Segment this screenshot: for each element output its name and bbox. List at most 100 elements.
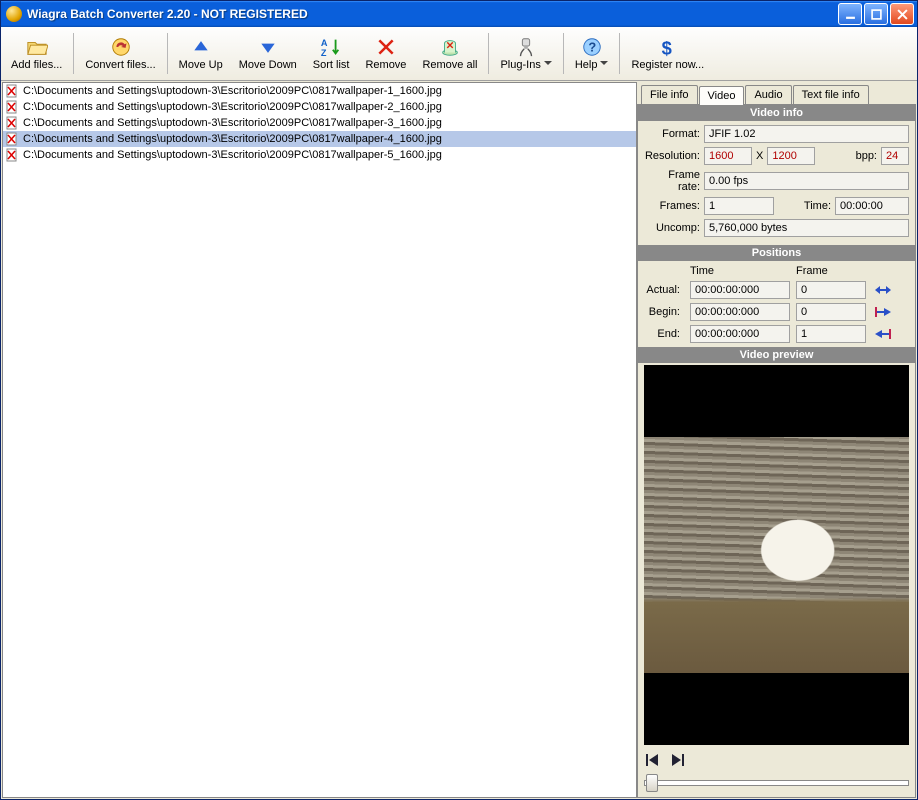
tab-text-file-info[interactable]: Text file info <box>793 85 869 104</box>
tab-audio[interactable]: Audio <box>745 85 791 104</box>
frame-rate-value: 0.00 fps <box>704 172 909 190</box>
remove-button[interactable]: Remove <box>357 27 414 80</box>
file-row[interactable]: C:\Documents and Settings\uptodown-3\Esc… <box>3 147 636 163</box>
file-row[interactable]: C:\Documents and Settings\uptodown-3\Esc… <box>3 131 636 147</box>
bpp-value: 24 <box>881 147 909 165</box>
file-row[interactable]: C:\Documents and Settings\uptodown-3\Esc… <box>3 83 636 99</box>
actual-time: 00:00:00:000 <box>690 281 790 299</box>
remove-all-button[interactable]: Remove all <box>414 27 485 80</box>
file-row[interactable]: C:\Documents and Settings\uptodown-3\Esc… <box>3 99 636 115</box>
file-path: C:\Documents and Settings\uptodown-3\Esc… <box>23 149 442 161</box>
svg-text:$: $ <box>661 37 671 58</box>
file-error-icon <box>5 84 19 98</box>
window-title: Wiagra Batch Converter 2.20 - NOT REGIST… <box>27 7 838 21</box>
video-info-section: Format: JFIF 1.02 Resolution: 1600 X 120… <box>638 121 915 245</box>
minimize-button[interactable] <box>838 3 862 25</box>
move-up-button[interactable]: Move Up <box>171 27 231 80</box>
remove-all-icon <box>439 36 461 58</box>
file-list[interactable]: C:\Documents and Settings\uptodown-3\Esc… <box>2 82 637 798</box>
app-icon <box>6 6 22 22</box>
end-set-button[interactable] <box>872 325 894 343</box>
panel-body: Video info Format: JFIF 1.02 Resolution:… <box>637 104 916 798</box>
end-time: 00:00:00:000 <box>690 325 790 343</box>
slider-thumb[interactable] <box>646 774 658 792</box>
frames-label: Frames: <box>644 200 704 212</box>
sort-list-label: Sort list <box>313 59 350 71</box>
preview-area <box>644 365 909 745</box>
preview-header: Video preview <box>638 347 915 363</box>
toolbar-separator-3 <box>488 33 489 74</box>
help-label: Help <box>575 59 609 71</box>
remove-icon <box>375 36 397 58</box>
help-icon: ? <box>581 36 603 58</box>
uncomp-label: Uncomp: <box>644 222 704 234</box>
arrow-up-icon <box>190 36 212 58</box>
file-path: C:\Documents and Settings\uptodown-3\Esc… <box>23 133 442 145</box>
actual-frame: 0 <box>796 281 866 299</box>
preview-slider-row <box>638 773 915 797</box>
toolbar-separator-4 <box>563 33 564 74</box>
convert-files-button[interactable]: Convert files... <box>77 27 163 80</box>
toolbar-separator-1 <box>73 33 74 74</box>
tab-bar: File info Video Audio Text file info <box>637 82 916 104</box>
remove-all-label: Remove all <box>422 59 477 71</box>
preview-controls <box>638 747 915 773</box>
preview-section <box>638 363 915 797</box>
titlebar: Wiagra Batch Converter 2.20 - NOT REGIST… <box>1 1 917 27</box>
register-label: Register now... <box>631 59 704 71</box>
preview-image <box>644 437 909 673</box>
tab-video[interactable]: Video <box>699 86 745 105</box>
video-info-header: Video info <box>638 105 915 121</box>
window-controls <box>838 3 914 25</box>
skip-start-button[interactable] <box>644 751 662 769</box>
dollar-icon: $ <box>657 36 679 58</box>
svg-text:?: ? <box>588 40 596 55</box>
move-down-button[interactable]: Move Down <box>231 27 305 80</box>
convert-files-label: Convert files... <box>85 59 155 71</box>
format-label: Format: <box>644 128 704 140</box>
bpp-label: bpp: <box>856 150 881 162</box>
begin-time: 00:00:00:000 <box>690 303 790 321</box>
preview-slider[interactable] <box>644 773 909 791</box>
register-button[interactable]: $ Register now... <box>623 27 712 80</box>
positions-col-frame: Frame <box>796 265 866 277</box>
file-error-icon <box>5 100 19 114</box>
arrow-down-icon <box>257 36 279 58</box>
file-path: C:\Documents and Settings\uptodown-3\Esc… <box>23 85 442 97</box>
app-window: Wiagra Batch Converter 2.20 - NOT REGIST… <box>0 0 918 800</box>
begin-set-button[interactable] <box>872 303 894 321</box>
frame-rate-label: Frame rate: <box>644 169 704 193</box>
file-path: C:\Documents and Settings\uptodown-3\Esc… <box>23 117 442 129</box>
time-value: 00:00:00 <box>835 197 909 215</box>
right-panel: File info Video Audio Text file info Vid… <box>637 82 916 798</box>
file-error-icon <box>5 132 19 146</box>
help-button[interactable]: ? Help <box>567 27 617 80</box>
skip-end-button[interactable] <box>668 751 686 769</box>
toolbar-separator-2 <box>167 33 168 74</box>
close-button[interactable] <box>890 3 914 25</box>
sort-list-button[interactable]: AZ Sort list <box>305 27 358 80</box>
resolution-width: 1600 <box>704 147 752 165</box>
file-error-icon <box>5 148 19 162</box>
plugins-button[interactable]: Plug-Ins <box>492 27 559 80</box>
end-label: End: <box>644 328 684 340</box>
uncomp-value: 5,760,000 bytes <box>704 219 909 237</box>
resolution-label: Resolution: <box>644 150 704 162</box>
toolbar: Add files... Convert files... Move Up Mo… <box>1 27 917 81</box>
move-down-label: Move Down <box>239 59 297 71</box>
add-files-button[interactable]: Add files... <box>3 27 70 80</box>
begin-frame: 0 <box>796 303 866 321</box>
file-row[interactable]: C:\Documents and Settings\uptodown-3\Esc… <box>3 115 636 131</box>
folder-add-icon <box>26 36 48 58</box>
actual-goto-button[interactable] <box>872 281 894 299</box>
maximize-button[interactable] <box>864 3 888 25</box>
resolution-height: 1200 <box>767 147 815 165</box>
positions-section: Time Frame Actual: 00:00:00:000 0 Begin:… <box>638 261 915 347</box>
positions-col-time: Time <box>690 265 790 277</box>
actual-label: Actual: <box>644 284 684 296</box>
time-label: Time: <box>804 200 835 212</box>
end-frame: 1 <box>796 325 866 343</box>
format-value: JFIF 1.02 <box>704 125 909 143</box>
file-error-icon <box>5 116 19 130</box>
tab-file-info[interactable]: File info <box>641 85 698 104</box>
